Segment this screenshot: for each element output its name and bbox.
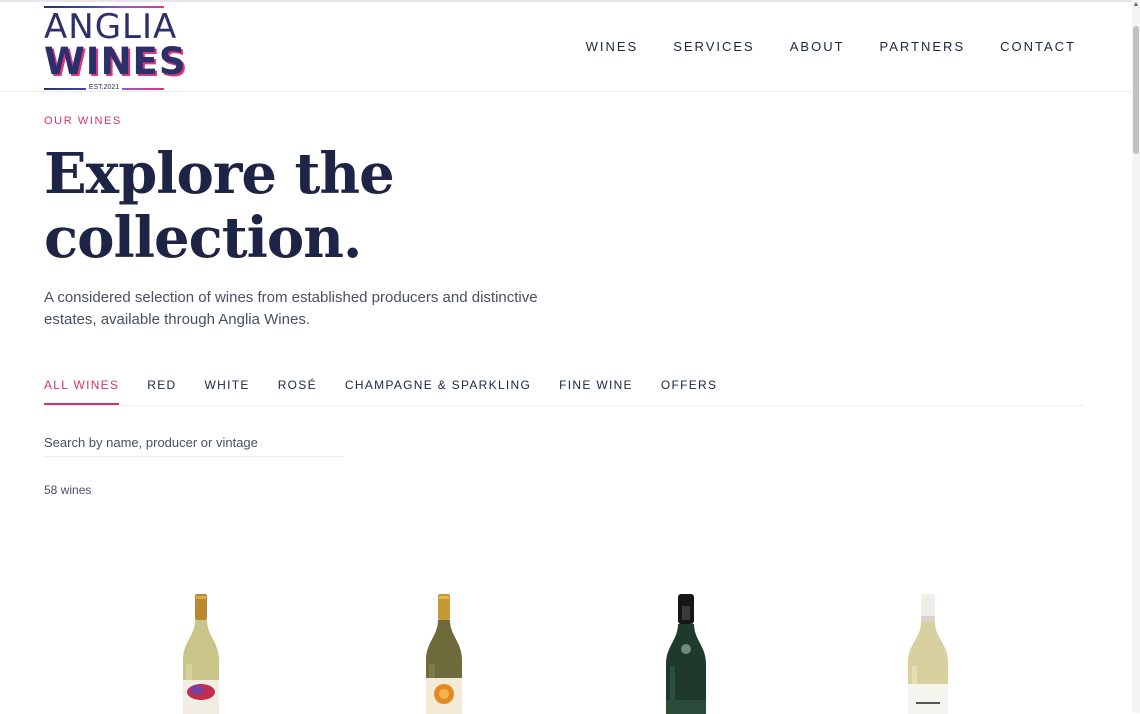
product-image-white-wine-2[interactable]	[423, 594, 465, 714]
tab-red[interactable]: RED	[147, 378, 176, 405]
logo-established: EST.2021	[44, 84, 164, 91]
tab-all-wines[interactable]: ALL WINES	[44, 378, 120, 405]
tab-white[interactable]: WHITE	[205, 378, 250, 405]
page-title-line2: collection.	[44, 205, 362, 271]
tab-champagne-sparkling[interactable]: CHAMPAGNE & SPARKLING	[345, 378, 531, 405]
tab-fine-wine[interactable]: FINE WINE	[559, 378, 633, 405]
product-image-champagne[interactable]	[664, 594, 708, 714]
page-title: Explore the collection.	[44, 141, 395, 271]
nav-services[interactable]: SERVICES	[673, 39, 755, 54]
main-nav: WINES SERVICES ABOUT PARTNERS CONTACT	[586, 39, 1076, 54]
product-image-white-wine-1[interactable]	[180, 594, 222, 714]
product-grid	[0, 540, 1140, 714]
anglia-wines-logo[interactable]: ANGLIA WINES EST.2021	[44, 6, 187, 91]
product-image-white-wine-3[interactable]	[906, 594, 950, 714]
logo-text-line2: WINES	[44, 40, 187, 83]
nav-about[interactable]: ABOUT	[790, 39, 845, 54]
tab-offers[interactable]: OFFERS	[661, 378, 717, 405]
nav-partners[interactable]: PARTNERS	[880, 39, 966, 54]
search-input[interactable]	[44, 428, 344, 457]
intro-text: A considered selection of wines from est…	[44, 289, 538, 328]
tab-rose[interactable]: ROSÉ	[278, 378, 317, 405]
page-title-line1: Explore the	[44, 141, 395, 207]
nav-wines[interactable]: WINES	[586, 39, 639, 54]
site-header: ANGLIA WINES EST.2021 WINES SERVICES ABO…	[0, 2, 1132, 92]
results-count: 58 wines	[44, 483, 92, 497]
nav-contact[interactable]: CONTACT	[1000, 39, 1076, 54]
section-eyebrow: OUR WINES	[44, 115, 122, 127]
scroll-up-arrow-icon[interactable]: ▲	[1132, 0, 1140, 10]
category-tabs: ALL WINES RED WHITE ROSÉ CHAMPAGNE & SPA…	[44, 378, 1084, 406]
scrollbar-thumb[interactable]	[1133, 26, 1139, 154]
